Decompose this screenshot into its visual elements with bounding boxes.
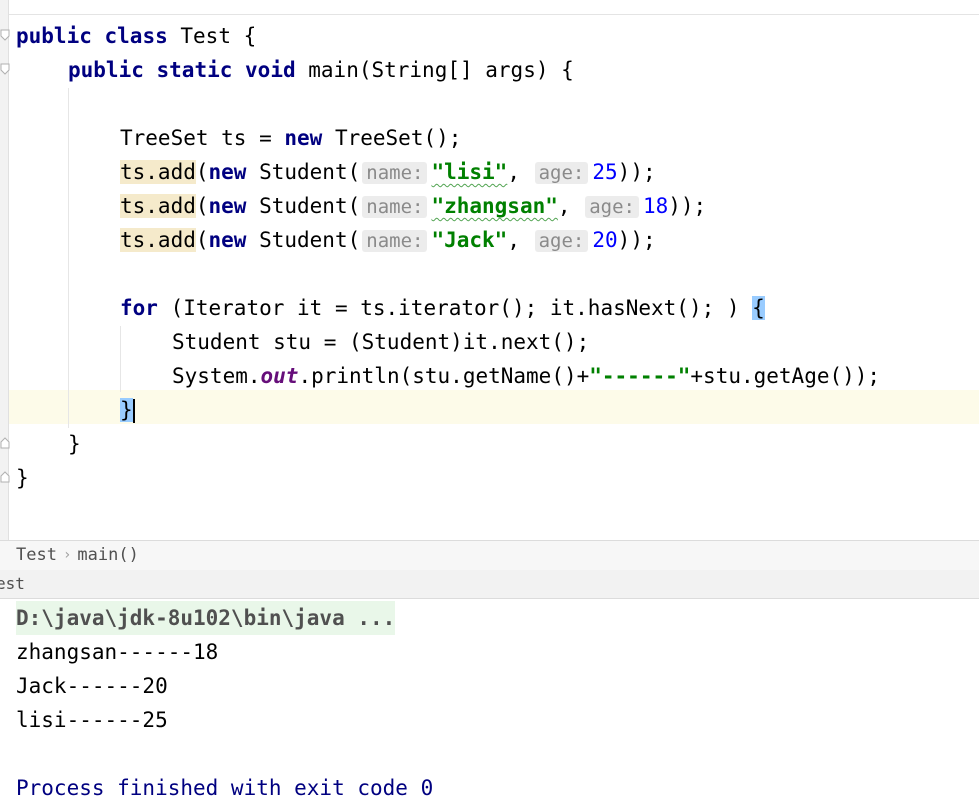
- breadcrumb: Test › main(): [0, 540, 979, 571]
- code-line-student: Student stu = (Student)it.next();: [172, 330, 590, 354]
- editor-gutter[interactable]: [0, 0, 9, 540]
- fold-end-marker-icon[interactable]: [0, 471, 10, 483]
- code-line-close-main: }: [68, 432, 81, 456]
- param-hint-name: name:: [362, 230, 428, 252]
- text-cursor: [132, 399, 135, 423]
- run-tool-window-tab[interactable]: est: [0, 570, 979, 599]
- run-tab-label: est: [0, 574, 25, 593]
- editor-top-border: [0, 14, 979, 15]
- fold-end-marker-icon[interactable]: [0, 437, 10, 449]
- current-line-highlight: [0, 390, 979, 424]
- param-hint-age: age:: [585, 196, 639, 218]
- run-console[interactable]: D:\java\jdk-8u102\bin\java ... zhangsan-…: [0, 599, 979, 809]
- code-line-add-lisi: ts.add(new Student(name: "lisi", age: 25))…: [120, 160, 656, 184]
- param-hint-name: name:: [362, 162, 428, 184]
- param-hint-age: age:: [534, 230, 589, 252]
- code-line-close-for: }: [120, 393, 135, 427]
- matched-brace: }: [120, 398, 133, 422]
- chevron-right-icon: ›: [62, 547, 72, 563]
- code-line-println: System.out.println(stu.getName()+"------…: [172, 364, 881, 388]
- indent-guide: [68, 88, 69, 428]
- param-hint-age: age:: [534, 162, 589, 184]
- param-hint-name: name:: [362, 196, 428, 218]
- code-line-treeset: TreeSet ts = new TreeSet();: [120, 126, 462, 150]
- breadcrumb-class[interactable]: Test: [16, 545, 57, 565]
- code-line-add-jack: ts.add(new Student(name: "Jack", age: 20))…: [120, 228, 656, 252]
- console-output-line: lisi------25: [16, 708, 168, 732]
- matched-brace: {: [752, 296, 765, 320]
- console-output-line: zhangsan------18: [16, 640, 219, 664]
- code-editor[interactable]: public class Test { public static void m…: [0, 0, 979, 540]
- console-command-line[interactable]: D:\java\jdk-8u102\bin\java ...: [16, 601, 396, 635]
- code-line-2: public static void main(String[] args) {: [68, 58, 574, 82]
- fold-marker-icon[interactable]: [0, 29, 10, 41]
- code-line-add-zhangsan: ts.add(new Student(name: "zhangsan", age:…: [120, 194, 707, 218]
- fold-marker-icon[interactable]: [0, 63, 10, 75]
- indent-guide: [120, 326, 121, 392]
- code-line-1: public class Test {: [16, 24, 257, 48]
- breadcrumb-method[interactable]: main(): [77, 545, 138, 565]
- code-line-close-class: }: [16, 466, 29, 490]
- console-output-line: Jack------20: [16, 674, 168, 698]
- console-exit-message: Process finished with exit code 0: [16, 776, 434, 800]
- code-line-for: for (Iterator it = ts.iterator(); it.has…: [120, 296, 765, 320]
